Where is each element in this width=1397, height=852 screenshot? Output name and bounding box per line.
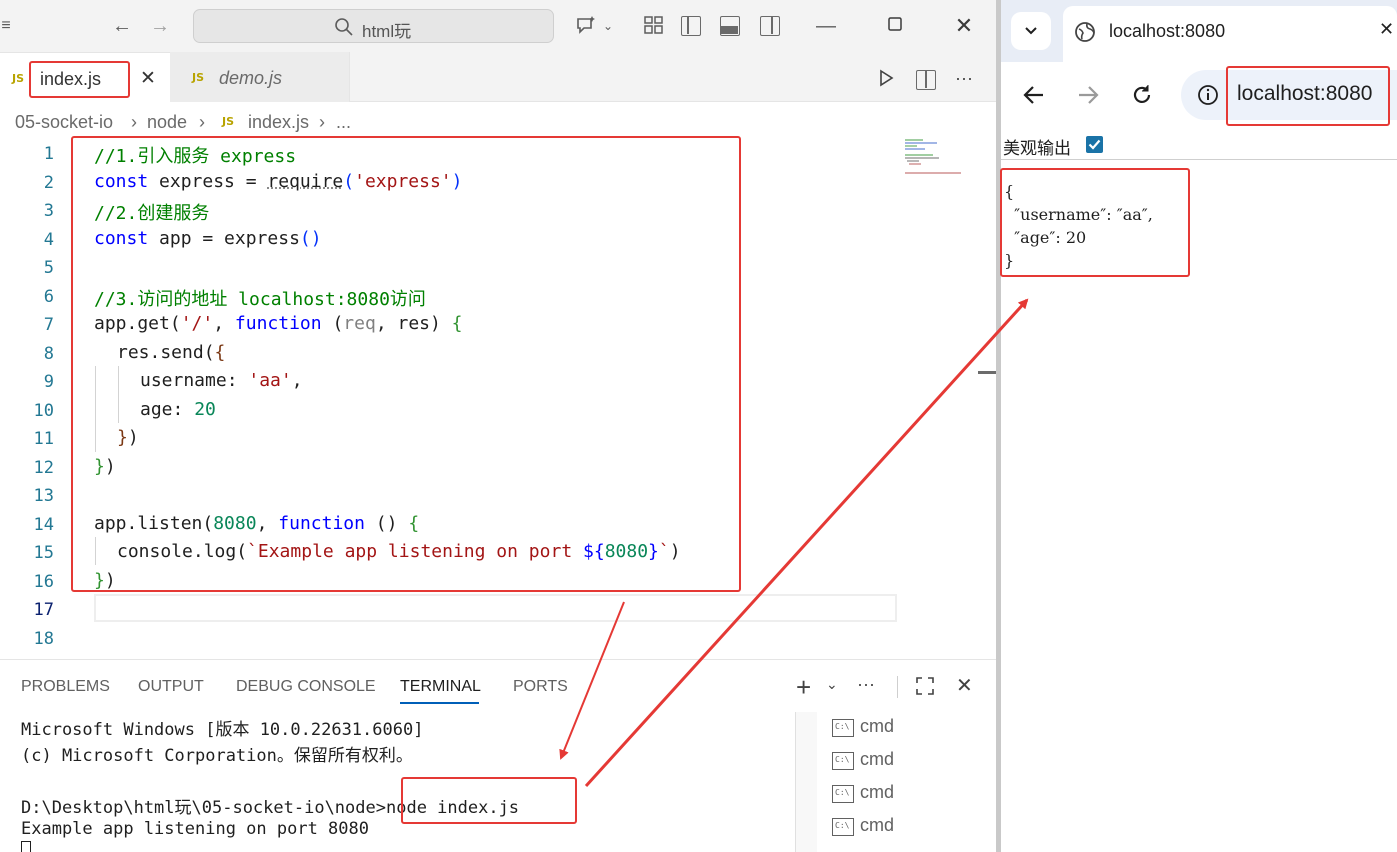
annotation-arrow-code-to-command [559,601,625,760]
annotation-arrow-command-to-json [584,298,1029,788]
annotation-arrows [559,298,1029,788]
